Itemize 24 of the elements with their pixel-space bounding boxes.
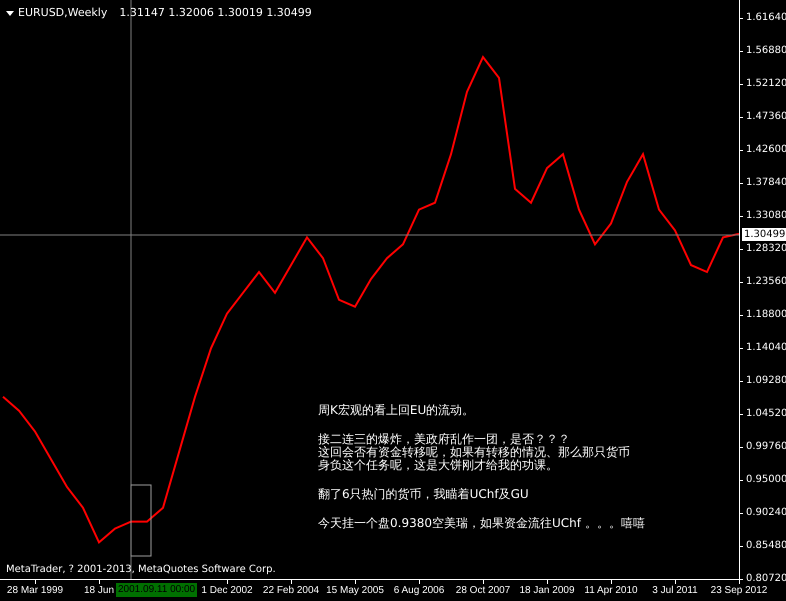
- note-text: 这回会否有资金转移呢，如果有转移的情况、那么那只货币: [318, 446, 631, 459]
- note-text: 周K宏观的看上回EU的流动。: [318, 404, 476, 417]
- date-tick-label: 18 Jun: [84, 584, 114, 598]
- copyright-text: MetaTrader, ? 2001-2013, MetaQuotes Software Corp.: [6, 563, 276, 577]
- date-tick-label: 18 Jan 2009: [519, 584, 575, 598]
- symbol-label: EURUSD,Weekly: [18, 5, 108, 21]
- date-tick-label: 23 Sep 2012: [710, 584, 768, 598]
- ohlc-text: 1.31147 1.32006 1.30019 1.30499: [119, 5, 312, 21]
- note-text: 接二连三的爆炸，美政府乱作一团，是否？？？: [318, 433, 571, 446]
- date-tick-label: 6 Aug 2006: [394, 584, 444, 598]
- date-tick-label: 22 Feb 2004: [262, 584, 320, 598]
- selection-rectangle: [130, 484, 152, 556]
- date-tick-label: 3 Jul 2011: [652, 584, 698, 598]
- note-text: 今天挂一个盘0.9380空美瑞，如果资金流往UChf 。。。嘻嘻: [318, 517, 645, 530]
- date-tick-label: 28 Oct 2007: [456, 584, 510, 598]
- date-tick-label: 11 Apr 2010: [584, 584, 638, 598]
- date-tick-label: 1 Dec 2002: [201, 584, 253, 598]
- current-price-label: 1.30499: [742, 228, 786, 241]
- date-tick-label: 28 Mar 1999: [6, 584, 64, 598]
- crosshair-date-label: 2001.09.11 00:00: [116, 583, 198, 597]
- note-text: 翻了6只热门的货币，我瞄着UChf及GU: [318, 488, 530, 501]
- dropdown-icon[interactable]: [6, 10, 14, 16]
- date-tick-label: 15 May 2005: [326, 584, 384, 598]
- note-text: 身负这个任务呢，这是大饼刚才给我的功课。: [318, 459, 559, 472]
